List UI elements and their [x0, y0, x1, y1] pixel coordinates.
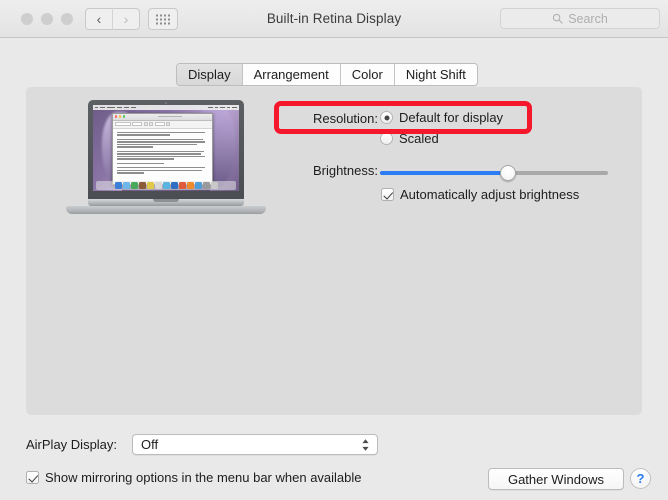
search-placeholder: Search	[568, 11, 608, 26]
display-preferences-window: ‹ › Built-in Retina Display Search Displ…	[0, 0, 668, 500]
checkbox-auto-adjust-brightness-label: Automatically adjust brightness	[400, 187, 580, 202]
slider-fill	[380, 171, 508, 175]
chevron-up-down-icon	[361, 438, 370, 452]
search-field[interactable]: Search	[500, 8, 660, 29]
tab-display[interactable]: Display	[177, 64, 243, 85]
window-titlebar: ‹ › Built-in Retina Display Search	[0, 0, 668, 38]
radio-scaled[interactable]: Scaled	[380, 131, 439, 146]
camera-icon	[165, 102, 167, 104]
checkbox-icon	[26, 471, 39, 484]
brightness-slider[interactable]	[380, 165, 608, 181]
airplay-display-value: Off	[141, 437, 159, 452]
radio-default-for-display[interactable]: Default for display	[380, 110, 503, 125]
macbook-body	[66, 206, 266, 214]
radio-scaled-label: Scaled	[399, 131, 439, 146]
tab-bar: Display Arrangement Color Night Shift	[176, 63, 478, 86]
airplay-display-popup-button[interactable]: Off	[132, 434, 378, 455]
macbook-notch	[153, 199, 179, 202]
preview-menu-bar	[93, 105, 239, 110]
search-icon	[553, 13, 563, 24]
help-button[interactable]: ?	[630, 468, 651, 489]
macbook-hinge	[88, 199, 244, 206]
checkbox-show-mirroring-options-label: Show mirroring options in the menu bar w…	[45, 470, 362, 485]
gather-windows-button[interactable]: Gather Windows	[488, 468, 624, 490]
radio-default-for-display-label: Default for display	[399, 110, 504, 125]
checkbox-auto-adjust-brightness[interactable]: Automatically adjust brightness	[381, 187, 579, 202]
preview-document-titlebar	[112, 113, 213, 121]
tab-night-shift[interactable]: Night Shift	[394, 64, 477, 85]
slider-knob[interactable]	[500, 165, 516, 181]
checkbox-icon	[381, 188, 394, 201]
brightness-label: Brightness:	[312, 163, 378, 178]
preview-document-toolbar	[112, 120, 213, 129]
airplay-display-label: AirPlay Display:	[26, 437, 118, 452]
radio-button-icon	[380, 132, 393, 145]
preview-dock	[95, 181, 237, 190]
checkbox-show-mirroring-options[interactable]: Show mirroring options in the menu bar w…	[26, 470, 362, 485]
radio-button-icon	[380, 111, 393, 124]
tab-arrangement[interactable]: Arrangement	[242, 64, 341, 85]
tab-color[interactable]: Color	[340, 64, 395, 85]
resolution-label: Resolution:	[312, 111, 378, 126]
